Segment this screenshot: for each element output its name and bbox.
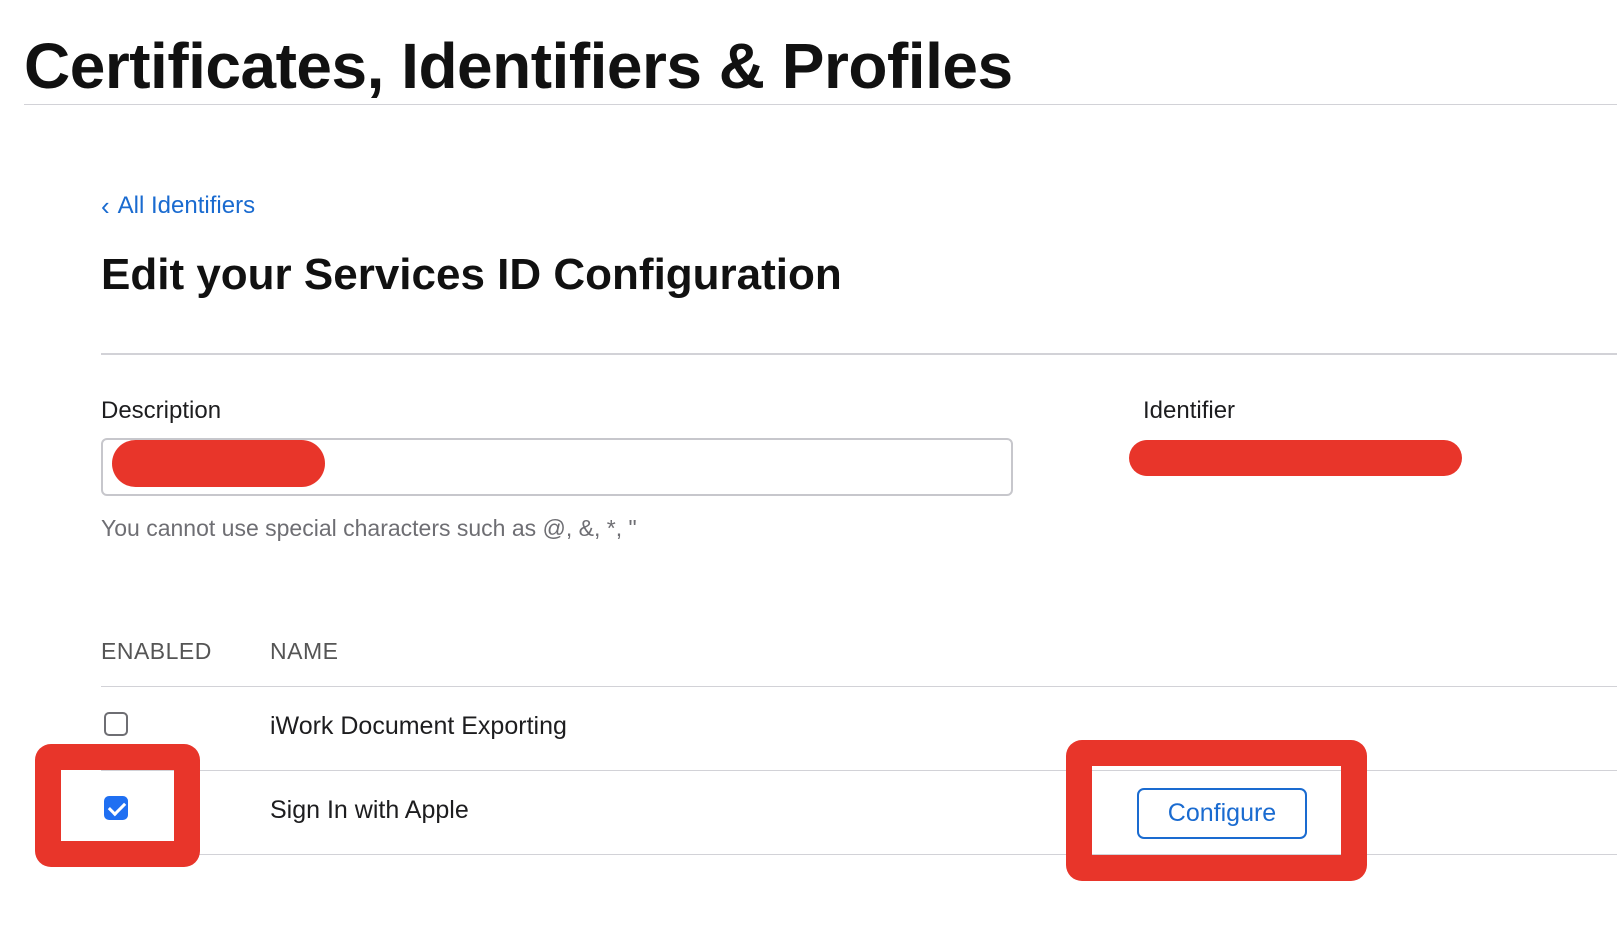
table-divider xyxy=(101,770,1617,771)
page: Certificates, Identifiers & Profiles ‹ A… xyxy=(0,0,1617,950)
iwork-exporting-checkbox[interactable] xyxy=(104,712,128,736)
table-divider xyxy=(101,854,1617,855)
redaction-mark-description xyxy=(112,440,325,487)
back-link-label: All Identifiers xyxy=(117,192,256,219)
capability-name: Sign In with Apple xyxy=(270,796,469,824)
redaction-mark-identifier xyxy=(1129,440,1462,476)
capability-name: iWork Document Exporting xyxy=(270,712,567,740)
description-label: Description xyxy=(101,397,222,424)
back-to-identifiers-link[interactable]: ‹ All Identifiers xyxy=(101,192,255,220)
identifier-label: Identifier xyxy=(1143,397,1236,424)
section-divider xyxy=(101,353,1617,355)
chevron-left-icon: ‹ xyxy=(101,191,110,221)
column-header-enabled: ENABLED xyxy=(101,638,212,664)
table-divider xyxy=(101,686,1617,687)
description-help-text: You cannot use special characters such a… xyxy=(101,515,637,541)
page-title: Certificates, Identifiers & Profiles xyxy=(24,30,1013,102)
column-header-name: NAME xyxy=(270,638,339,664)
section-title: Edit your Services ID Configuration xyxy=(101,250,842,299)
annotation-highlight-configure xyxy=(1066,740,1367,881)
header-divider xyxy=(24,104,1617,105)
annotation-highlight-checkbox xyxy=(35,744,200,867)
